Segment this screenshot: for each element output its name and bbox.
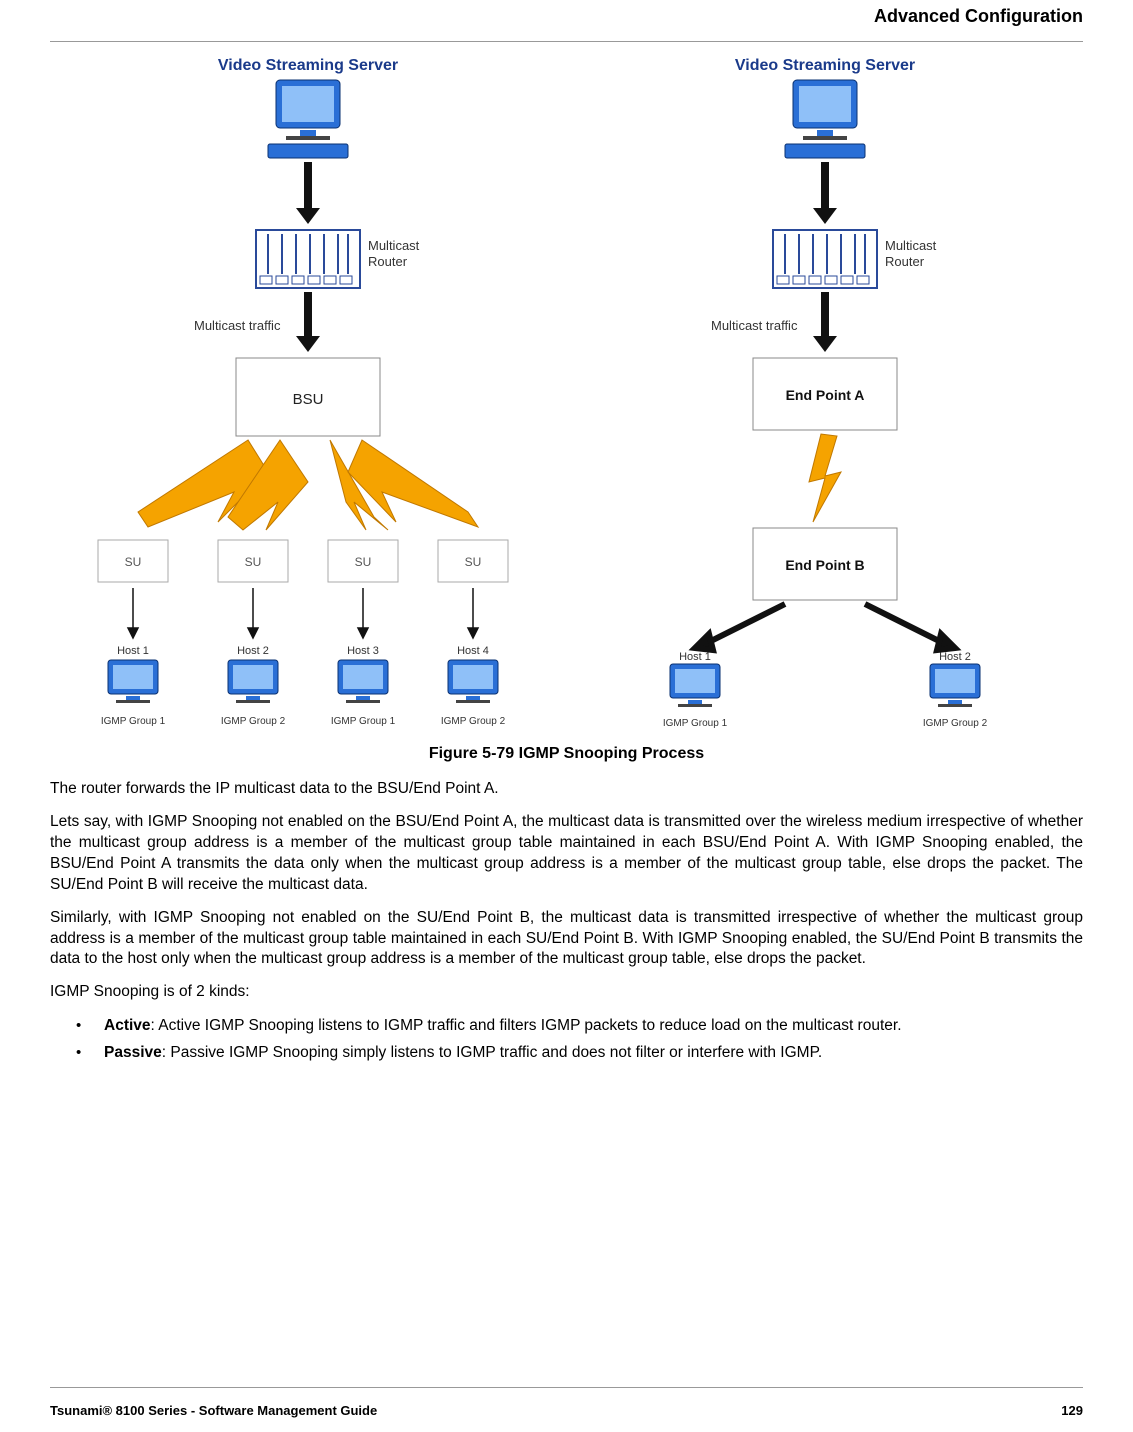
page-header: Advanced Configuration [50,0,1083,27]
figure-area: Video Streaming Server [50,52,1083,737]
arrow-down-icon [813,292,837,352]
router-icon [773,230,877,288]
server-icon [268,80,348,158]
su-row: SU SU SU SU [98,540,508,582]
list-item-label: Passive [104,1044,162,1061]
host-label: Host 1 [679,651,711,663]
arrow-down-icon [813,162,837,224]
arrow-down-icon [296,292,320,352]
paragraph: Lets say, with IGMP Snooping not enabled… [50,812,1083,896]
video-server-label: Video Streaming Server [218,57,398,74]
diagram-right: Video Streaming Server [567,52,1084,737]
host-label: Host 3 [347,645,379,657]
group-label: IGMP Group 1 [331,716,396,727]
video-server-label: Video Streaming Server [735,57,915,74]
footer-rule [50,1387,1083,1388]
lightning-icon [809,434,841,522]
group-label: IGMP Group 1 [101,716,166,727]
page-footer: Tsunami® 8100 Series - Software Manageme… [50,1403,1083,1418]
endpoint-a-label: End Point A [785,387,864,403]
page-number: 129 [1061,1403,1083,1418]
host-label: Host 2 [237,645,269,657]
footer-title: Tsunami® 8100 Series - Software Manageme… [50,1403,377,1418]
svg-text:SU: SU [355,555,372,569]
traffic-label: Multicast traffic [194,318,281,333]
svg-text:SU: SU [245,555,262,569]
paragraph: IGMP Snooping is of 2 kinds: [50,982,1083,1003]
arrow-diag-icon [695,604,955,650]
diagram-left: Video Streaming Server [50,52,567,737]
list-item-text: : Active IGMP Snooping listens to IGMP t… [151,1017,902,1034]
svg-text:SU: SU [125,555,142,569]
list-item-label: Active [104,1017,151,1034]
router-label-2: Router [368,254,408,269]
arrow-down-icon [128,588,478,638]
paragraph: Similarly, with IGMP Snooping not enable… [50,908,1083,971]
group-label: IGMP Group 1 [663,718,728,729]
server-icon [785,80,865,158]
router-icon [256,230,360,288]
list-item: Passive: Passive IGMP Snooping simply li… [76,1042,1083,1064]
endpoint-b-label: End Point B [785,557,864,573]
figure-caption: Figure 5-79 IGMP Snooping Process [50,745,1083,763]
host-label: Host 2 [939,651,971,663]
group-label: IGMP Group 2 [441,716,506,727]
host-label: Host 4 [457,645,489,657]
traffic-label: Multicast traffic [711,318,798,333]
svg-text:SU: SU [465,555,482,569]
lightning-icon [348,440,478,527]
bsu-label: BSU [293,391,324,408]
header-rule [50,41,1083,42]
paragraph: The router forwards the IP multicast dat… [50,779,1083,800]
group-label: IGMP Group 2 [221,716,286,727]
host-icon [670,664,980,707]
group-label: IGMP Group 2 [923,718,988,729]
host-label: Host 1 [117,645,149,657]
arrow-down-icon [296,162,320,224]
list-item-text: : Passive IGMP Snooping simply listens t… [162,1044,822,1061]
list-item: Active: Active IGMP Snooping listens to … [76,1015,1083,1037]
host-icon [108,660,498,703]
router-label: Multicast [885,238,937,253]
router-label-2: Router [885,254,925,269]
body-text: The router forwards the IP multicast dat… [50,779,1083,1064]
router-label: Multicast [368,238,420,253]
